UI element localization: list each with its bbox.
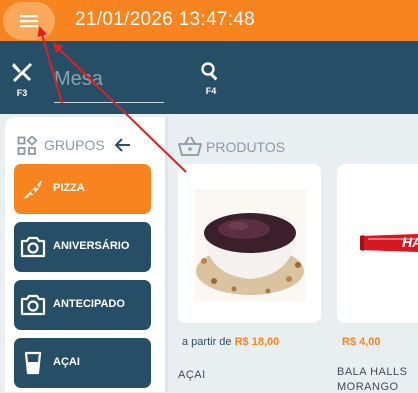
product-price-acai: a partir de R$ 18,00 [182,336,279,348]
grid-icon [17,136,37,155]
fork-knife-icon [12,63,32,82]
basket-icon [178,136,202,156]
groups-title: GRUPOS [44,137,105,153]
cup-icon [24,351,42,375]
search-key-label: F4 [205,86,217,96]
datetime-display: 21/01/2026 13:47:48 [75,9,256,30]
group-label: ANTECIPADO [53,298,125,310]
group-label: PIZZA [53,182,85,194]
group-button-aniversario[interactable]: ANIVERSÁRIO [14,222,151,272]
products-title: PRODUTOS [206,139,286,155]
group-label: ANIVERSÁRIO [53,240,130,252]
product-name-bala-halls: BALA HALLS [337,366,408,378]
menu-button[interactable] [3,2,55,40]
group-button-pizza[interactable]: PIZZA [14,164,151,214]
camera-icon [20,236,46,258]
pizza-icon [23,180,42,199]
products-header: PRODUTOS [178,136,285,159]
product-card-acai[interactable] [178,164,321,323]
price-prefix: a partir de [182,336,232,348]
group-label: AÇAI [53,356,80,368]
search-button[interactable]: F4 [198,61,224,96]
panel-divider [165,117,168,392]
tables-button[interactable]: F3 [8,61,36,98]
top-bar: 21/01/2026 13:47:48 [0,0,418,41]
back-arrow-icon[interactable] [115,138,131,152]
product-name-bala-halls-line2: MORANGO [337,381,399,393]
mesa-field[interactable] [54,60,164,103]
group-button-acai[interactable]: AÇAI [14,338,151,388]
hamburger-icon [20,15,38,28]
acai-bowl-image [194,189,306,301]
price-value: R$ 4,00 [342,336,381,348]
mesa-input[interactable] [54,60,164,98]
tables-key-label: F3 [16,88,28,98]
camera-icon [20,294,46,316]
price-value: R$ 18,00 [234,336,280,348]
group-button-antecipado[interactable]: ANTECIPADO [14,280,151,330]
product-card-bala-halls[interactable]: HA [337,164,418,323]
product-name-acai: AÇAI [178,369,206,381]
product-price-bala-halls: R$ 4,00 [342,336,381,348]
search-icon [201,62,218,81]
package-brand-text: HA [402,234,418,250]
